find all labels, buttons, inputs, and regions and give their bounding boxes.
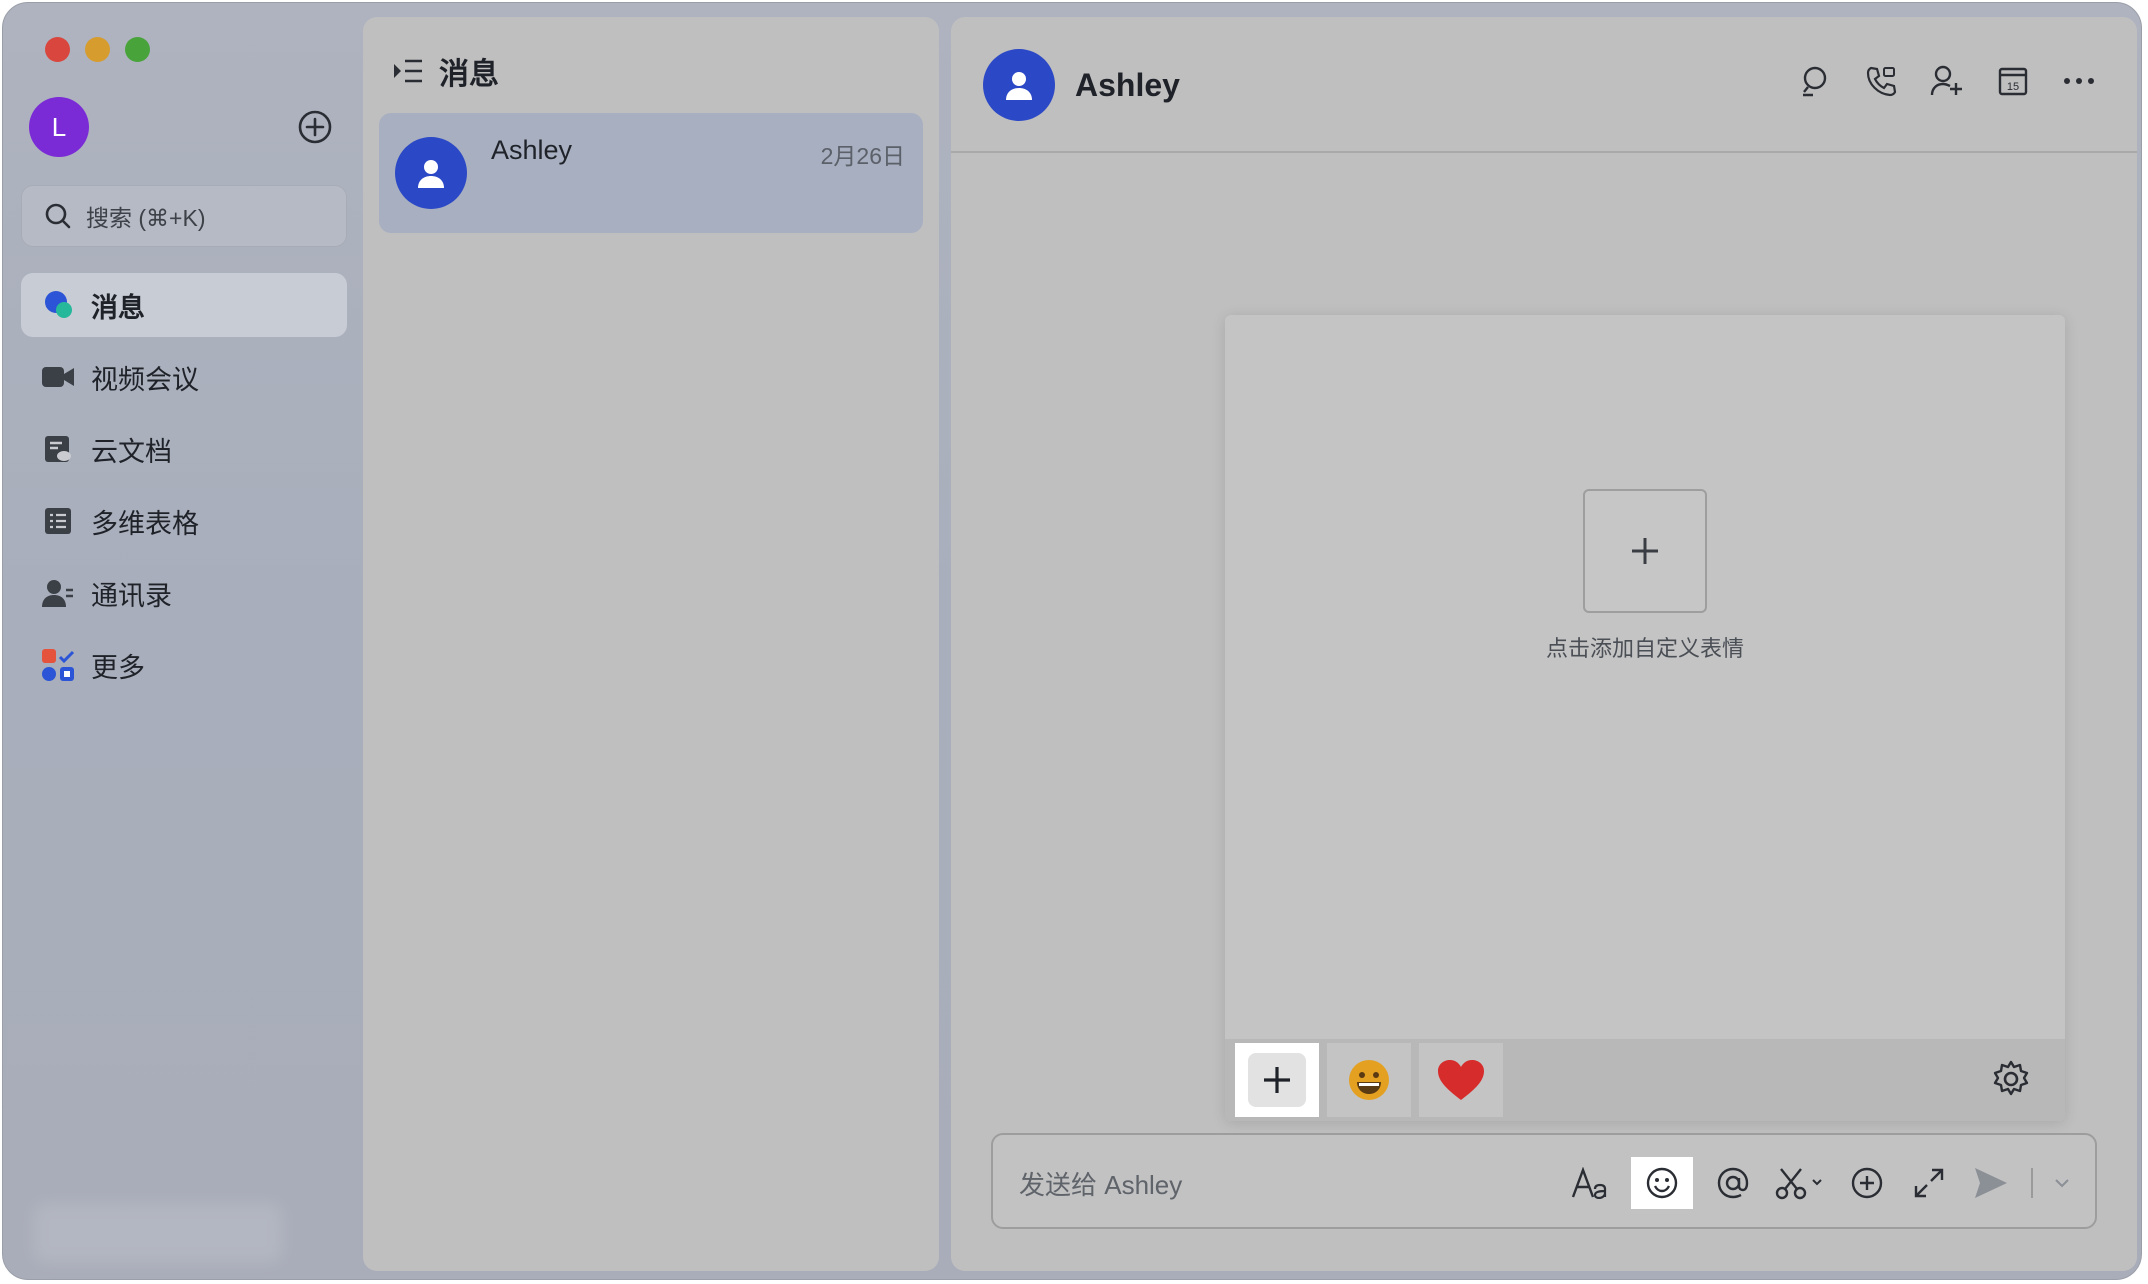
sidebar-blurred-region bbox=[33, 1203, 283, 1263]
expand-editor-icon[interactable] bbox=[1907, 1159, 1951, 1207]
sidebar-item-label: 消息 bbox=[91, 292, 145, 323]
message-list-header: 消息 bbox=[393, 49, 499, 93]
sticker-tab-add[interactable] bbox=[1235, 1043, 1319, 1117]
sidebar-item-video-meeting[interactable]: 视频会议 bbox=[21, 345, 347, 409]
send-options-chevron-down-icon[interactable] bbox=[2051, 1159, 2073, 1207]
sticker-settings-icon[interactable] bbox=[1991, 1059, 2031, 1099]
sidebar-item-more[interactable]: 更多 bbox=[21, 633, 347, 697]
grinning-face-icon bbox=[1349, 1060, 1389, 1100]
search-placeholder: 搜索 (⌘+K) bbox=[86, 205, 206, 231]
cloud-doc-icon bbox=[41, 432, 75, 466]
message-input-placeholder: 发送给 Ashley bbox=[1019, 1170, 1183, 1200]
sidebar-item-label: 视频会议 bbox=[91, 364, 199, 395]
contacts-icon bbox=[41, 576, 75, 610]
sidebar-item-bitable[interactable]: 多维表格 bbox=[21, 489, 347, 553]
person-icon bbox=[1006, 72, 1032, 100]
send-icon[interactable] bbox=[1969, 1159, 2013, 1207]
call-icon[interactable] bbox=[1863, 63, 1899, 99]
apps-grid-icon bbox=[41, 648, 75, 682]
chat-title: Ashley bbox=[1075, 67, 1180, 103]
user-avatar-initial: L bbox=[51, 111, 67, 142]
message-input-box[interactable]: 发送给 Ashley bbox=[991, 1133, 2097, 1229]
sticker-category-bar bbox=[1225, 1039, 2065, 1121]
collapse-list-icon[interactable] bbox=[393, 58, 423, 84]
sidebar-item-messages[interactable]: 消息 bbox=[21, 273, 347, 337]
input-toolbar bbox=[1569, 1157, 2073, 1209]
message-list-title: 消息 bbox=[439, 58, 499, 91]
sticker-tab-emoji[interactable] bbox=[1327, 1043, 1411, 1117]
text-format-icon[interactable] bbox=[1569, 1159, 1613, 1207]
add-circle-icon[interactable] bbox=[297, 109, 333, 145]
more-icon[interactable] bbox=[2061, 63, 2097, 99]
mention-icon[interactable] bbox=[1711, 1159, 1755, 1207]
chat-contact-avatar[interactable] bbox=[983, 49, 1055, 121]
screenshot-scissors-icon[interactable] bbox=[1773, 1159, 1827, 1207]
sidebar-item-label: 通讯录 bbox=[91, 580, 172, 611]
plus-icon bbox=[1264, 1067, 1290, 1093]
plus-icon bbox=[1632, 538, 1658, 564]
user-avatar[interactable]: L bbox=[29, 97, 89, 157]
conversation-item[interactable]: Ashley 2月26日 bbox=[379, 113, 923, 233]
svg-text:15: 15 bbox=[2007, 81, 2019, 93]
search-icon bbox=[44, 202, 72, 230]
table-icon bbox=[41, 504, 75, 538]
add-custom-sticker-button[interactable] bbox=[1583, 489, 1707, 613]
app-window: L 搜索 (⌘+K) 消息 视频会议 云文档 多维表格 通讯录 更多 消息 As… bbox=[2, 2, 2142, 1280]
calendar-icon[interactable]: 15 bbox=[1995, 63, 2031, 99]
conversation-name: Ashley bbox=[491, 135, 573, 165]
add-custom-sticker-label: 点击添加自定义表情 bbox=[1545, 636, 1744, 661]
sticker-tab-favorites[interactable] bbox=[1419, 1043, 1503, 1117]
chat-header-actions: 15 bbox=[1797, 63, 2097, 99]
sidebar-item-label: 更多 bbox=[91, 652, 145, 683]
contact-avatar bbox=[395, 137, 467, 209]
search-chat-icon[interactable] bbox=[1797, 63, 1833, 99]
video-camera-icon bbox=[41, 360, 75, 394]
chat-header: Ashley 15 bbox=[951, 17, 2137, 153]
person-icon bbox=[418, 160, 444, 188]
conversation-date: 2月26日 bbox=[820, 143, 905, 169]
search-input[interactable]: 搜索 (⌘+K) bbox=[21, 185, 347, 247]
sidebar-item-label: 多维表格 bbox=[91, 508, 199, 539]
sidebar-item-contacts[interactable]: 通讯录 bbox=[21, 561, 347, 625]
chat-bubbles-icon bbox=[41, 288, 75, 322]
send-divider bbox=[2031, 1168, 2033, 1198]
sidebar-item-label: 云文档 bbox=[91, 436, 172, 467]
message-list-panel: 消息 Ashley 2月26日 bbox=[363, 17, 939, 1271]
sidebar: L 搜索 (⌘+K) 消息 视频会议 云文档 多维表格 通讯录 更多 bbox=[3, 3, 363, 1279]
sidebar-nav: 消息 视频会议 云文档 多维表格 通讯录 更多 bbox=[21, 273, 347, 705]
add-member-icon[interactable] bbox=[1929, 63, 1965, 99]
sticker-panel: 点击添加自定义表情 bbox=[1225, 315, 2065, 1121]
heart-icon bbox=[1438, 1060, 1484, 1100]
sidebar-item-cloud-docs[interactable]: 云文档 bbox=[21, 417, 347, 481]
add-attachment-icon[interactable] bbox=[1845, 1159, 1889, 1207]
emoji-picker-icon[interactable] bbox=[1631, 1157, 1693, 1209]
